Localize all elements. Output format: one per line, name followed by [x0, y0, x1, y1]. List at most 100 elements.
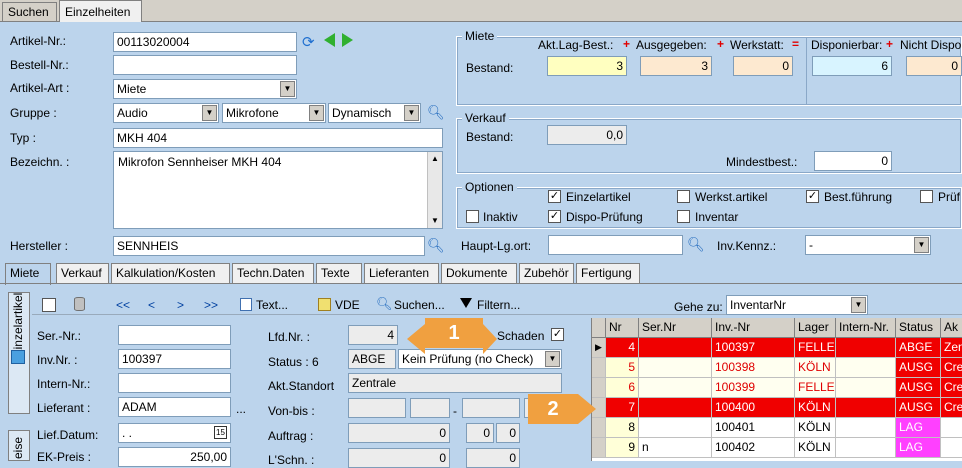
- chevron-down-icon[interactable]: ▼: [404, 105, 419, 121]
- cell-intern[interactable]: [836, 418, 896, 438]
- cell-status[interactable]: AUSG: [896, 358, 941, 378]
- cell-nr[interactable]: 9: [606, 438, 639, 458]
- cell-ak[interactable]: [941, 438, 962, 458]
- pruef-checkbox[interactable]: [920, 190, 933, 203]
- scroll-down-icon[interactable]: ▼: [431, 216, 439, 225]
- dispo-pruefung-checkbox[interactable]: ✓: [548, 210, 561, 223]
- cell-inv[interactable]: 100400: [712, 398, 795, 418]
- search-icon[interactable]: 🔍︎: [427, 237, 445, 254]
- col-header-lager[interactable]: Lager: [795, 318, 836, 338]
- tab-einzelheiten[interactable]: Einzelheiten: [59, 0, 142, 22]
- intern-nr-input[interactable]: [118, 373, 231, 393]
- cell-intern[interactable]: [836, 338, 896, 358]
- inaktiv-checkbox[interactable]: [466, 210, 479, 223]
- lieferant-more-button[interactable]: ...: [236, 401, 246, 417]
- ek-preis-input[interactable]: 250,00: [118, 447, 231, 467]
- cell-lager[interactable]: KÖLN: [795, 398, 836, 418]
- haupt-lgort-input[interactable]: [548, 235, 683, 255]
- gruppe1-select[interactable]: Audio ▼: [113, 103, 219, 123]
- artikel-art-select[interactable]: Miete ▼: [113, 79, 297, 99]
- cell-lager[interactable]: FELLE: [795, 378, 836, 398]
- row-selector[interactable]: [592, 438, 606, 458]
- cell-status[interactable]: AUSG: [896, 398, 941, 418]
- chevron-down-icon[interactable]: ▼: [280, 81, 295, 97]
- tab-suchen[interactable]: Suchen: [2, 2, 57, 21]
- gruppe2-select[interactable]: Mikrofone ▼: [222, 103, 326, 123]
- cell-lager[interactable]: KÖLN: [795, 438, 836, 458]
- filtern-button[interactable]: Filtern...: [477, 296, 520, 314]
- tab-techn-daten[interactable]: Techn.Daten: [232, 263, 314, 283]
- chevron-down-icon[interactable]: ▼: [309, 105, 324, 121]
- cell-ak[interactable]: Cre: [941, 358, 962, 378]
- cell-nr[interactable]: 8: [606, 418, 639, 438]
- suchen-button[interactable]: Suchen...: [394, 296, 445, 314]
- col-header-inv-nr[interactable]: Inv.-Nr: [712, 318, 795, 338]
- first-record-button[interactable]: <<: [116, 296, 130, 314]
- cell-status[interactable]: AUSG: [896, 378, 941, 398]
- cell-intern[interactable]: [836, 398, 896, 418]
- gehe-zu-select[interactable]: InventarNr ▼: [726, 295, 868, 315]
- cell-nr[interactable]: 6: [606, 378, 639, 398]
- scroll-up-icon[interactable]: ▲: [431, 154, 439, 163]
- search-icon[interactable]: 🔍︎: [427, 104, 445, 121]
- search-icon[interactable]: 🔍︎: [687, 236, 705, 253]
- col-header-intern-nr[interactable]: Intern-Nr.: [836, 318, 896, 338]
- schaden-checkbox[interactable]: ✓: [551, 328, 564, 341]
- tab-lieferanten[interactable]: Lieferanten: [364, 263, 439, 283]
- refresh-icon[interactable]: ⟳: [302, 33, 315, 51]
- inv-kennz-select[interactable]: - ▼: [805, 235, 931, 255]
- gruppe3-select[interactable]: Dynamisch ▼: [328, 103, 421, 123]
- cell-ak[interactable]: Zen: [941, 338, 962, 358]
- select-all-checkbox[interactable]: [42, 298, 56, 312]
- cell-inv[interactable]: 100402: [712, 438, 795, 458]
- inv-nr-input[interactable]: 100397: [118, 349, 231, 369]
- werkst-artikel-checkbox[interactable]: [677, 190, 690, 203]
- cell-ser[interactable]: [639, 338, 712, 358]
- row-selector[interactable]: [592, 358, 606, 378]
- cell-ser[interactable]: [639, 358, 712, 378]
- tab-kalkulation[interactable]: Kalkulation/Kosten: [111, 263, 230, 283]
- database-icon[interactable]: [74, 297, 85, 311]
- cell-nr[interactable]: 5: [606, 358, 639, 378]
- cell-inv[interactable]: 100397: [712, 338, 795, 358]
- tab-miete[interactable]: Miete: [5, 263, 51, 285]
- typ-input[interactable]: MKH 404: [113, 128, 443, 148]
- chevron-down-icon[interactable]: ▼: [851, 297, 866, 313]
- artikel-nr-input[interactable]: 00113020004: [113, 32, 297, 52]
- col-header-ser-nr[interactable]: Ser.Nr: [639, 318, 712, 338]
- cell-nr[interactable]: 7: [606, 398, 639, 418]
- cell-lager[interactable]: FELLE: [795, 338, 836, 358]
- einzelartikel-checkbox[interactable]: ✓: [548, 190, 561, 203]
- tab-texte[interactable]: Texte: [316, 263, 362, 283]
- best-fuehrung-checkbox[interactable]: ✓: [806, 190, 819, 203]
- cell-lager[interactable]: KÖLN: [795, 358, 836, 378]
- lieferant-input[interactable]: ADAM: [118, 397, 231, 417]
- tab-zubehoer[interactable]: Zubehör: [519, 263, 574, 283]
- bezeichn-textarea[interactable]: Mikrofon Sennheiser MKH 404: [113, 151, 443, 229]
- cell-intern[interactable]: [836, 358, 896, 378]
- mindestbest-input[interactable]: 0: [814, 151, 892, 171]
- next-arrow-icon[interactable]: [342, 33, 353, 47]
- cell-inv[interactable]: 100399: [712, 378, 795, 398]
- cell-intern[interactable]: [836, 378, 896, 398]
- col-header-nr[interactable]: Nr: [606, 318, 639, 338]
- row-selector[interactable]: ▶: [592, 338, 606, 358]
- cell-ser[interactable]: [639, 378, 712, 398]
- ser-nr-input[interactable]: [118, 325, 231, 345]
- hersteller-input[interactable]: SENNHEIS: [113, 236, 425, 256]
- cell-intern[interactable]: [836, 438, 896, 458]
- prev-arrow-icon[interactable]: [324, 33, 335, 47]
- cell-nr[interactable]: 4: [606, 338, 639, 358]
- tab-verkauf[interactable]: Verkauf: [56, 263, 109, 283]
- cell-ser[interactable]: [639, 398, 712, 418]
- col-header-status[interactable]: Status: [896, 318, 941, 338]
- text-button[interactable]: Text...: [256, 296, 288, 314]
- cell-ak[interactable]: [941, 418, 962, 438]
- vde-button[interactable]: VDE: [335, 296, 360, 314]
- tab-fertigung[interactable]: Fertigung: [576, 263, 640, 283]
- cell-inv[interactable]: 100398: [712, 358, 795, 378]
- bestell-nr-input[interactable]: [113, 55, 297, 75]
- cell-ak[interactable]: Cre: [941, 398, 962, 418]
- cell-lager[interactable]: KÖLN: [795, 418, 836, 438]
- calendar-icon[interactable]: 15: [214, 426, 227, 439]
